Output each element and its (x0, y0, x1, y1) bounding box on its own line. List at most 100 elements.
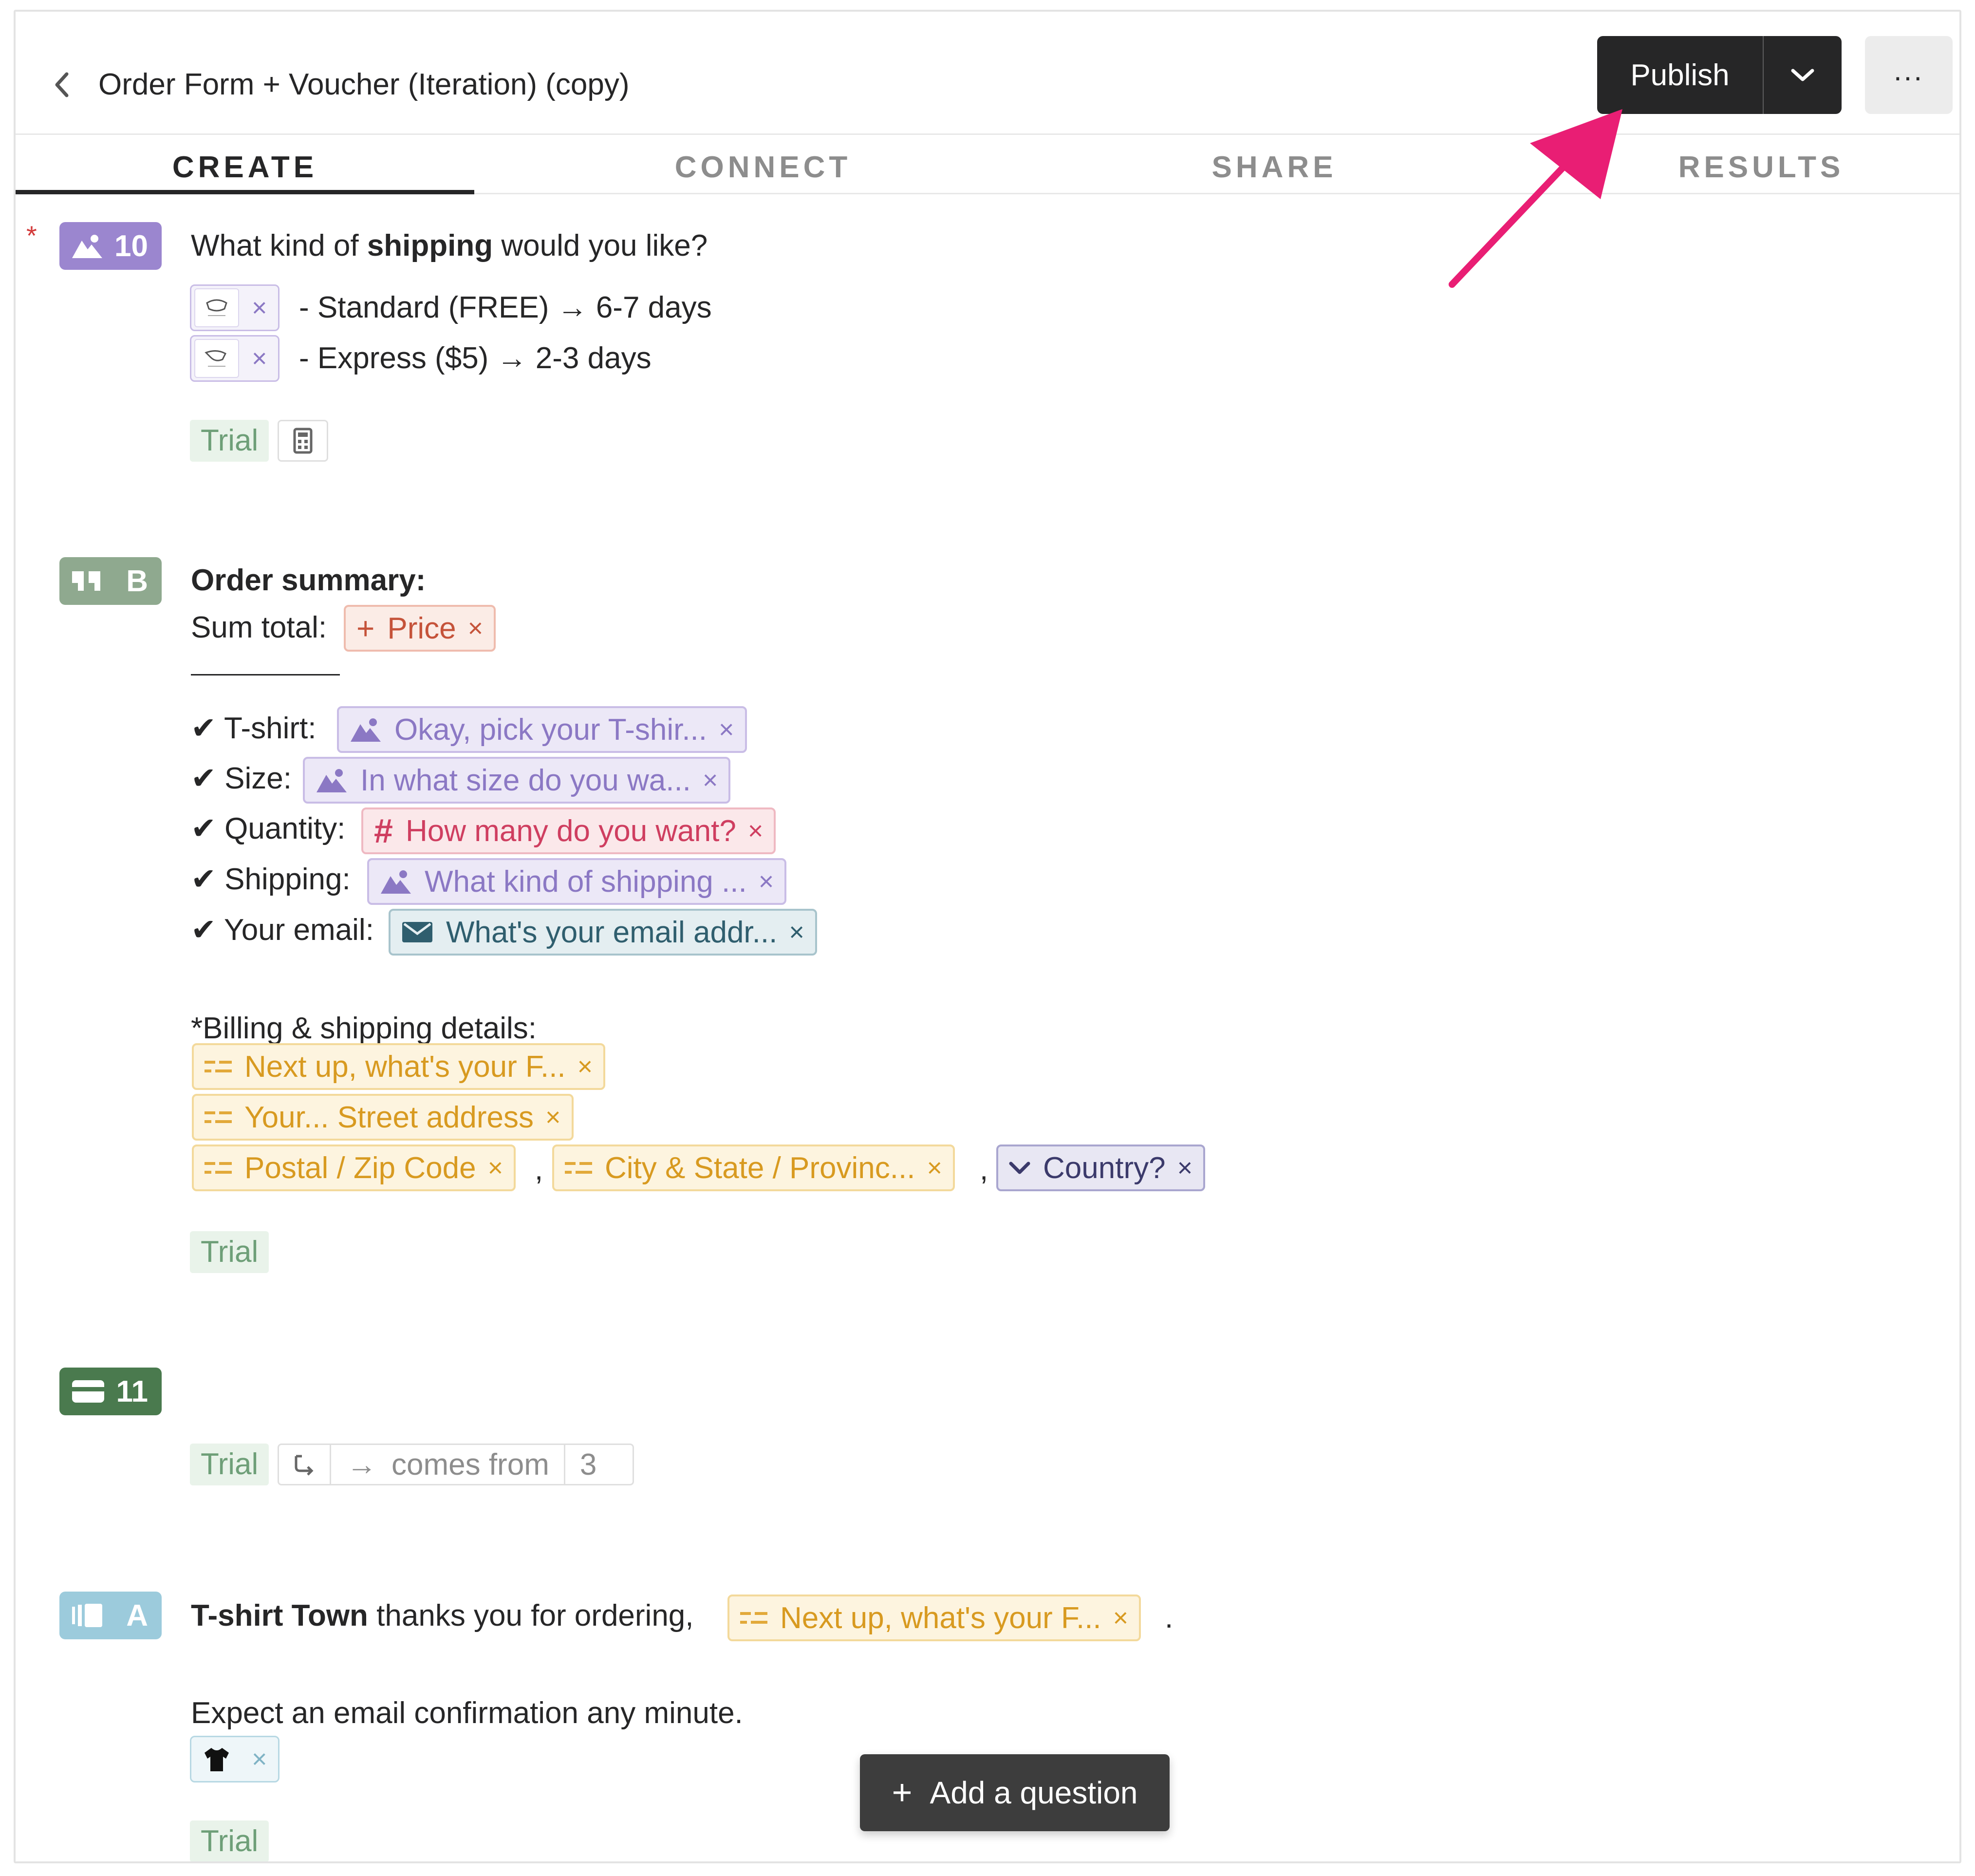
tshirt-answer-chip[interactable]: Okay, pick your T-shir... × (337, 706, 747, 753)
size-line-label: ✔ Size: (191, 762, 292, 795)
chevron-down-icon (1791, 69, 1814, 81)
trial-badge[interactable]: Trial (190, 420, 269, 462)
back-button[interactable] (45, 63, 79, 107)
image-icon (72, 235, 102, 258)
calculator-button[interactable] (278, 420, 328, 462)
payment-badge-11[interactable]: 11 (59, 1368, 162, 1415)
calculator-icon (293, 428, 313, 454)
question-badge-10[interactable]: 10 (59, 222, 162, 270)
remove-icon[interactable]: × (468, 613, 484, 643)
form-title[interactable]: Order Form + Voucher (Iteration) (copy) (98, 60, 630, 109)
add-question-button[interactable]: + Add a question (860, 1754, 1170, 1831)
size-answer-chip[interactable]: In what size do you wa... × (303, 757, 731, 804)
remove-icon[interactable]: × (488, 1153, 503, 1183)
short-text-icon (205, 1159, 232, 1177)
active-tab-indicator (16, 190, 474, 194)
comma-separator: , (535, 1153, 543, 1186)
header-divider (16, 133, 1959, 135)
quantity-chip-label: How many do you want? (405, 814, 736, 848)
statement-letter: B (126, 564, 148, 598)
image-icon (381, 870, 411, 894)
shipping-standard-image (194, 288, 239, 327)
ending-badge-A[interactable]: A (59, 1592, 162, 1639)
country-chip[interactable]: Country? × (996, 1144, 1206, 1191)
street-address-chip-label: Your... Street address (244, 1100, 534, 1134)
branch-icon (295, 1455, 314, 1476)
remove-icon[interactable]: × (252, 293, 267, 323)
q10-post: would you like? (493, 229, 708, 263)
order-summary-heading[interactable]: Order summary: (191, 557, 426, 604)
more-options-button[interactable]: ... (1865, 36, 1953, 114)
first-name-chip-label: Next up, what's your F... (780, 1601, 1101, 1635)
remove-icon[interactable]: × (703, 765, 718, 795)
q10-bold: shipping (367, 229, 493, 263)
add-question-label: Add a question (930, 1775, 1138, 1810)
shipping-line-label: ✔ Shipping: (191, 863, 351, 896)
remove-icon[interactable]: × (252, 1744, 267, 1774)
remove-icon[interactable]: × (1113, 1603, 1129, 1633)
city-state-chip[interactable]: City & State / Provinc... × (552, 1144, 955, 1191)
first-name-chip[interactable]: Next up, what's your F... × (192, 1043, 606, 1090)
trial-badge[interactable]: Trial (190, 1444, 269, 1485)
hash-icon: # (374, 812, 393, 850)
credit-card-icon (72, 1380, 104, 1403)
remove-icon[interactable]: × (759, 866, 774, 897)
remove-icon[interactable]: × (252, 343, 267, 374)
tshirt-icon (194, 1740, 239, 1779)
choice-express-label[interactable]: - Express ($5) → 2-3 days (299, 335, 652, 382)
first-name-chip-label: Next up, what's your F... (244, 1050, 566, 1084)
question-10-text[interactable]: What kind of shipping would you like? (191, 223, 708, 269)
dropdown-icon (1009, 1162, 1030, 1174)
shipping-answer-chip[interactable]: What kind of shipping ... × (367, 858, 787, 905)
logic-jump-info[interactable]: → comes from 3 (278, 1444, 634, 1485)
country-chip-label: Country? (1043, 1151, 1166, 1185)
trial-badge[interactable]: Trial (190, 1231, 269, 1273)
tshirt-chip-label: Okay, pick your T-shir... (394, 713, 708, 747)
ending-image-chip[interactable]: × (190, 1736, 279, 1782)
period: . (1165, 1601, 1174, 1634)
question-number: 10 (114, 229, 148, 263)
confirmation-text[interactable]: Expect an email confirmation any minute. (191, 1690, 743, 1737)
shipping-chip-label: What kind of shipping ... (425, 864, 747, 899)
email-answer-chip[interactable]: What's your email addr... × (389, 909, 817, 956)
first-name-chip[interactable]: Next up, what's your F... × (727, 1595, 1141, 1641)
short-text-icon (205, 1108, 232, 1126)
plus-icon: + (356, 611, 375, 646)
choice-image-standard[interactable]: × (190, 284, 279, 331)
comma-separator: , (980, 1153, 988, 1186)
arrow-icon: → (347, 1447, 377, 1482)
price-variable-chip[interactable]: + Price × (344, 605, 496, 652)
envelope-icon (402, 922, 432, 942)
remove-icon[interactable]: × (789, 917, 804, 947)
publish-options-button[interactable] (1764, 36, 1842, 114)
tab-connect[interactable]: CONNECT (507, 143, 1019, 192)
brand-name: T-shirt Town (191, 1599, 368, 1632)
choice-standard-label[interactable]: - Standard (FREE) → 6-7 days (299, 284, 712, 331)
ending-icon (72, 1604, 102, 1627)
remove-icon[interactable]: × (748, 816, 764, 846)
remove-icon[interactable]: × (545, 1102, 561, 1132)
city-state-chip-label: City & State / Provinc... (605, 1151, 915, 1185)
quantity-answer-chip[interactable]: # How many do you want? × (361, 807, 776, 854)
quantity-line-label: ✔ Quantity: (191, 812, 346, 845)
remove-icon[interactable]: × (578, 1051, 593, 1082)
email-chip-label: What's your email addr... (446, 915, 778, 949)
payment-number: 11 (116, 1374, 148, 1408)
short-text-icon (740, 1609, 767, 1627)
price-chip-label: Price (387, 611, 456, 645)
thank-you-text[interactable]: T-shirt Town thanks you for ordering, (191, 1593, 694, 1639)
street-address-chip[interactable]: Your... Street address × (192, 1094, 574, 1141)
comes-from-number: 3 (563, 1445, 596, 1484)
email-line-label: ✔ Your email: (191, 913, 374, 947)
statement-badge-B[interactable]: B (59, 557, 162, 605)
short-text-icon (565, 1159, 592, 1177)
remove-icon[interactable]: × (719, 714, 734, 745)
postal-code-chip[interactable]: Postal / Zip Code × (192, 1144, 516, 1191)
tab-create[interactable]: CREATE (16, 143, 474, 192)
short-text-icon (205, 1058, 232, 1075)
remove-icon[interactable]: × (1177, 1153, 1193, 1183)
remove-icon[interactable]: × (927, 1153, 942, 1183)
quote-icon (72, 571, 100, 591)
choice-image-express[interactable]: × (190, 335, 279, 382)
trial-badge[interactable]: Trial (190, 1820, 269, 1861)
